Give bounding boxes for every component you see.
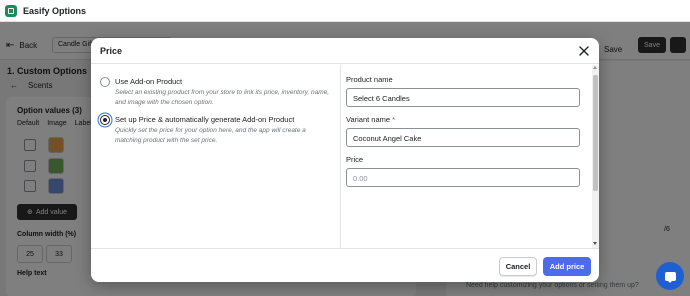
radio-help-text: Quickly set the price for your option he… bbox=[115, 127, 306, 144]
scroll-down-icon[interactable] bbox=[593, 242, 597, 245]
required-mark: * bbox=[392, 115, 396, 124]
app-titlebar: Easify Options bbox=[0, 0, 690, 22]
radio-option-use-addon[interactable]: Use Add-on Product Select an existing pr… bbox=[100, 77, 332, 111]
column-divider bbox=[340, 65, 341, 248]
price-field: Price 0.00 bbox=[346, 155, 581, 187]
close-icon[interactable] bbox=[577, 44, 591, 58]
modal-footer: Cancel Add price bbox=[91, 248, 599, 282]
radio-help-text: Select an existing product from your sto… bbox=[115, 89, 330, 106]
scroll-up-icon[interactable] bbox=[593, 66, 597, 69]
scrollbar-thumb[interactable] bbox=[593, 75, 598, 191]
radio-button[interactable] bbox=[100, 77, 110, 87]
variant-name-input[interactable]: Coconut Angel Cake bbox=[346, 128, 580, 147]
price-modal: Price Use Add-on Product Select an exist… bbox=[91, 38, 599, 282]
field-label: Price bbox=[346, 155, 364, 164]
variant-name-label: Variant name bbox=[346, 115, 391, 124]
radio-label: Use Add-on Product bbox=[115, 77, 183, 86]
app-title: Easify Options bbox=[23, 5, 87, 16]
product-name-field: Product name Select 6 Candles bbox=[346, 75, 581, 107]
chat-support-button[interactable] bbox=[656, 262, 684, 290]
radio-option-set-price[interactable]: Set up Price & automatically generate Ad… bbox=[100, 115, 332, 149]
modal-header: Price bbox=[91, 38, 599, 64]
add-price-button[interactable]: Add price bbox=[543, 257, 591, 276]
radio-label: Set up Price & automatically generate Ad… bbox=[115, 115, 295, 124]
radio-button-selected[interactable] bbox=[100, 115, 110, 125]
variant-name-field: Variant name * Coconut Angel Cake bbox=[346, 115, 581, 147]
field-label: Product name bbox=[346, 75, 393, 84]
field-label: Variant name * bbox=[346, 115, 581, 124]
modal-title: Price bbox=[100, 46, 123, 56]
product-name-input[interactable]: Select 6 Candles bbox=[346, 88, 580, 107]
chat-icon bbox=[664, 271, 676, 283]
modal-body: Use Add-on Product Select an existing pr… bbox=[91, 65, 599, 248]
cancel-button[interactable]: Cancel bbox=[499, 257, 537, 276]
price-input[interactable]: 0.00 bbox=[346, 168, 580, 187]
app-logo-icon bbox=[5, 4, 17, 17]
